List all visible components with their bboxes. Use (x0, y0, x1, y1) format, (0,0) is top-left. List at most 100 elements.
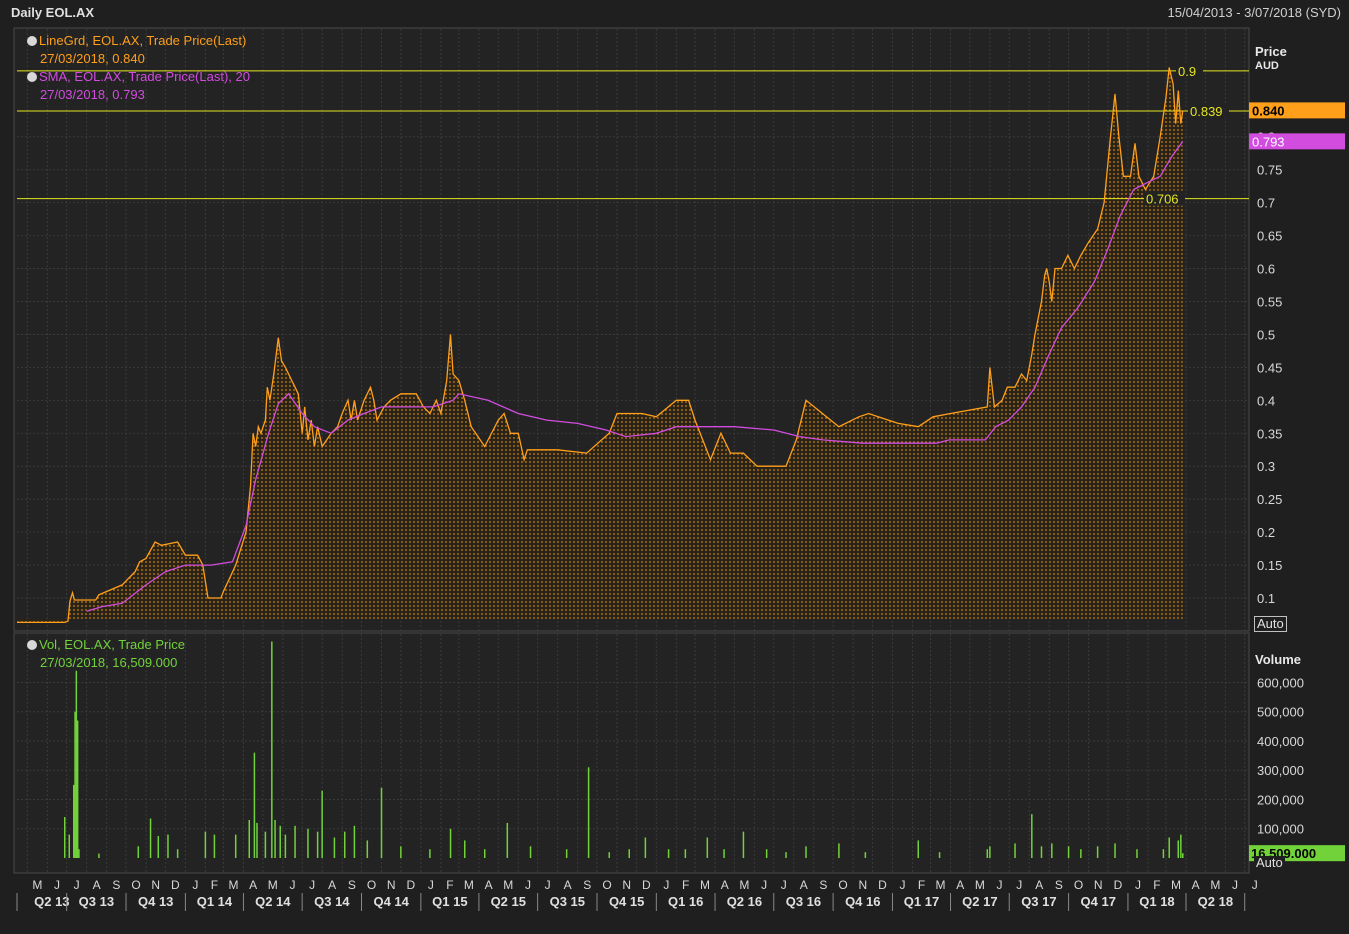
legend-volume-value: 27/03/2018, 16,509.000 (40, 655, 178, 670)
month-tick-label: J (997, 878, 1003, 892)
month-tick-label: A (721, 878, 729, 892)
quarter-tick-label: Q3 14 (314, 894, 350, 909)
volume-bar (256, 822, 258, 858)
volume-bar (274, 819, 276, 858)
price-tick-label: 0.15 (1257, 558, 1282, 573)
quarter-tick-label: Q1 18 (1139, 894, 1174, 909)
horizontal-line-label: 0.839 (1190, 104, 1223, 119)
volume-bar (1040, 846, 1043, 858)
volume-bar (765, 849, 768, 858)
volume-bar (279, 825, 281, 858)
volume-bar (253, 752, 256, 858)
price-tick-label: 0.3 (1257, 459, 1275, 474)
quarter-tick-label: Q1 16 (668, 894, 703, 909)
month-tick-label: A (328, 878, 336, 892)
legend-sma[interactable]: SMA, EOL.AX, Trade Price(Last), 20 27/03… (27, 68, 250, 104)
month-tick-label: N (622, 878, 631, 892)
month-tick-label: O (602, 878, 611, 892)
month-tick-label: F (682, 878, 689, 892)
price-axis-unit: AUD (1255, 60, 1279, 72)
volume-bar (76, 720, 79, 858)
price-tick-label: 0.7 (1257, 196, 1275, 211)
volume-bar (644, 837, 647, 858)
month-tick-label: M (1210, 878, 1220, 892)
quarter-tick-label: Q2 14 (255, 894, 291, 909)
date-range[interactable]: 15/04/2013 - 3/07/2018 (SYD) (1168, 5, 1341, 20)
quarter-tick-label: Q3 16 (786, 894, 821, 909)
month-tick-label: J (309, 878, 315, 892)
volume-bar (1080, 849, 1082, 858)
volume-bar (343, 831, 346, 858)
stock-chart: 0.9 0.839 0.706 0.1 0.15 0.2 0.25 0.3 0.35 0.4 0.… (0, 0, 1349, 934)
last-sma-label: 0.793 (1252, 134, 1285, 149)
legend-price-value: 27/03/2018, 0.840 (40, 51, 145, 66)
volume-bar (74, 711, 76, 858)
volume-bar (1096, 846, 1099, 858)
month-tick-label: S (348, 878, 356, 892)
legend-settings-icon[interactable] (27, 72, 37, 82)
volume-bar (1136, 849, 1138, 858)
volume-bar (463, 840, 466, 858)
volume-bar (1031, 814, 1033, 858)
volume-auto-scale-button[interactable]: Auto (1254, 856, 1285, 870)
volume-bar (73, 784, 75, 858)
legend-settings-icon[interactable] (27, 640, 37, 650)
price-tick-label: 0.4 (1257, 393, 1275, 408)
volume-bar (449, 828, 452, 858)
month-tick-label: A (1035, 878, 1043, 892)
month-tick-label: J (1016, 878, 1022, 892)
quarter-tick-label: Q3 15 (550, 894, 585, 909)
legend-price[interactable]: LineGrd, EOL.AX, Trade Price(Last) 27/03… (27, 32, 246, 68)
volume-bar (1177, 840, 1180, 858)
volume-bar (917, 840, 920, 858)
quarter-tick-label: Q3 17 (1021, 894, 1056, 909)
price-tick-label: 0.35 (1257, 426, 1282, 441)
quarter-tick-label: Q2 16 (727, 894, 762, 909)
volume-bar (742, 831, 745, 858)
month-tick-label: M (700, 878, 710, 892)
volume-tick-label: 400,000 (1257, 734, 1304, 749)
month-tick-label: D (1114, 878, 1123, 892)
volume-bar (706, 837, 709, 858)
month-tick-label: A (564, 878, 572, 892)
volume-tick-label: 300,000 (1257, 763, 1304, 778)
volume-bar (400, 846, 402, 858)
legend-settings-icon[interactable] (27, 36, 37, 46)
volume-bar (986, 849, 989, 858)
price-auto-scale-button[interactable]: Auto (1254, 616, 1287, 632)
month-tick-label: J (428, 878, 434, 892)
price-tick-label: 0.55 (1257, 294, 1282, 309)
volume-bar (989, 846, 991, 858)
month-tick-label: M (32, 878, 42, 892)
volume-bar (204, 831, 207, 858)
volume-bar (284, 834, 287, 858)
horizontal-line-label: 0.9 (1178, 64, 1196, 79)
volume-bar (1180, 834, 1182, 858)
quarter-tick-label: Q3 13 (79, 894, 114, 909)
month-tick-label: S (819, 878, 827, 892)
volume-bar (684, 849, 687, 858)
month-tick-label: A (800, 878, 808, 892)
month-tick-label: J (761, 878, 767, 892)
month-tick-label: M (503, 878, 513, 892)
volume-bar (75, 670, 78, 858)
quarter-tick-label: Q2 17 (962, 894, 997, 909)
month-tick-label: S (583, 878, 591, 892)
month-tick-label: J (525, 878, 531, 892)
volume-bar (628, 849, 630, 858)
month-tick-label: N (1094, 878, 1103, 892)
volume-bar (167, 834, 169, 858)
month-tick-label: M (228, 878, 238, 892)
volume-bar (1051, 843, 1053, 858)
month-tick-label: J (1232, 878, 1238, 892)
quarter-tick-label: Q2 18 (1198, 894, 1233, 909)
quarter-tick-label: Q4 15 (609, 894, 644, 909)
volume-bar (264, 831, 267, 858)
volume-bar (333, 837, 336, 858)
volume-bar (1014, 843, 1016, 858)
volume-bar (1168, 837, 1170, 858)
volume-bar (68, 834, 71, 858)
legend-volume[interactable]: Vol, EOL.AX, Trade Price 27/03/2018, 16,… (27, 636, 185, 672)
month-tick-label: J (1252, 878, 1258, 892)
volume-bar (864, 852, 867, 858)
